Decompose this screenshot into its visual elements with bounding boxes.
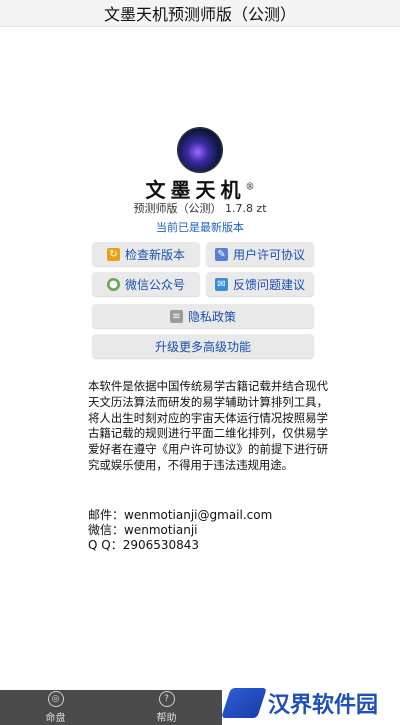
version-text: 预测师版（公测） 1.7.8 zt [133,202,267,215]
privacy-policy-label: 隐私政策 [187,309,236,324]
document-icon: ≡ [169,309,183,323]
upgrade-features-label: 升级更多高级功能 [154,339,251,354]
help-icon: ? [158,691,175,707]
user-agreement-button[interactable]: ✎ 用户许可协议 [206,242,314,266]
contact-qq: Q Q：2906530843 [88,538,272,553]
feedback-label: 反馈问题建议 [232,277,305,292]
email-label: 邮件： [88,508,125,522]
registered-mark: ® [245,182,255,193]
brand-name: 文墨天机® [0,174,400,203]
contact-wechat: 微信：wenmotianji [88,523,272,538]
tab-help-label: 帮助 [156,713,177,724]
wechat-account-button[interactable]: ● 微信公众号 [92,272,200,296]
brand-name-text: 文墨天机 [145,178,246,202]
watermark-logo-icon [221,687,267,718]
wechat-label: 微信： [88,523,125,537]
document-icon: ✎ [214,247,228,261]
email-value: wenmotianji@gmail.com [124,508,273,522]
upgrade-features-button[interactable]: 升级更多高级功能 [92,334,314,358]
bottom-nav: ◎ 命盘 ? 帮助 [0,690,222,725]
contact-info: 邮件：wenmotianji@gmail.com 微信：wenmotianji … [88,508,272,553]
wechat-value: wenmotianji [124,523,198,537]
window-title-text: 文墨天机预测师版（公测） [103,5,296,24]
qq-label: Q Q： [88,538,123,552]
check-update-button[interactable]: ↻ 检查新版本 [92,242,200,266]
refresh-icon: ↻ [106,247,120,261]
contact-email: 邮件：wenmotianji@gmail.com [88,508,272,523]
tab-chart[interactable]: ◎ 命盘 [0,690,111,725]
app-logo-wrap [0,128,400,172]
user-agreement-label: 用户许可协议 [232,247,305,262]
window-title: 文墨天机预测师版（公测） [0,0,400,27]
qq-value: 2906530843 [122,538,200,552]
chart-icon: ◎ [47,691,64,707]
galaxy-logo-icon [178,128,222,172]
wechat-icon: ● [106,277,120,291]
tab-help[interactable]: ? 帮助 [111,690,222,725]
app-description: 本软件是依据中国传统易学古籍记载并结合现代天文历法算法而研发的易学辅助计算排列工… [88,379,328,472]
check-update-label: 检查新版本 [124,247,185,262]
watermark-text: 汉界软件园 [268,692,379,718]
feedback-button[interactable]: ✉ 反馈问题建议 [206,272,314,296]
privacy-policy-button[interactable]: ≡ 隐私政策 [92,304,314,328]
update-status: 当前已是最新版本 [156,221,244,234]
wechat-account-label: 微信公众号 [124,277,185,292]
watermark: 汉界软件园 [221,680,400,725]
feedback-icon: ✉ [214,277,228,291]
tab-chart-label: 命盘 [45,713,66,724]
